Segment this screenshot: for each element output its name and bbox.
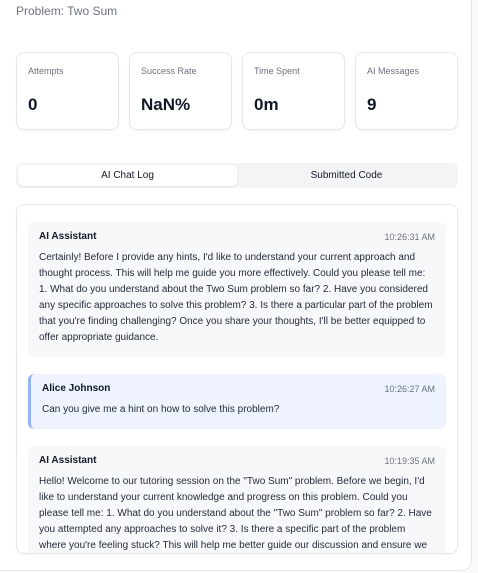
stat-label: Attempts (28, 66, 64, 76)
chat-log-panel[interactable]: AI Assistant 10:26:31 AM Certainly! Befo… (16, 204, 458, 554)
tab-submitted-code[interactable]: Submitted Code (237, 165, 456, 186)
tab-ai-chat-log[interactable]: AI Chat Log (18, 165, 237, 186)
message-sender: AI Assistant (39, 455, 97, 466)
message-text: Hello! Welcome to our tutoring session o… (39, 476, 432, 551)
stat-card-time-spent: Time Spent 0m (242, 52, 345, 130)
message-sender: AI Assistant (39, 231, 97, 242)
stat-value: 0m (254, 95, 279, 114)
chat-message-assistant: AI Assistant 10:19:35 AM Hello! Welcome … (28, 446, 446, 553)
problem-title: Problem: Two Sum (16, 4, 118, 18)
stat-label: Success Rate (141, 66, 197, 76)
chat-message-assistant: AI Assistant 10:26:31 AM Certainly! Befo… (28, 222, 446, 357)
stat-value: 9 (367, 95, 377, 114)
message-timestamp: 10:26:27 AM (384, 383, 435, 394)
stat-card-attempts: Attempts 0 (16, 52, 119, 130)
stat-label: Time Spent (254, 66, 300, 76)
message-text: Can you give me a hint on how to solve t… (42, 404, 280, 415)
message-header: AI Assistant 10:19:35 AM (39, 455, 435, 466)
stats-row: Attempts 0 Success Rate NaN% Time Spent … (16, 52, 458, 130)
stat-value: NaN% (141, 95, 191, 114)
message-timestamp: 10:19:35 AM (384, 455, 435, 466)
message-header: AI Assistant 10:26:31 AM (39, 231, 435, 242)
message-timestamp: 10:26:31 AM (384, 231, 435, 242)
chat-message-user: Alice Johnson 10:26:27 AM Can you give m… (28, 374, 446, 429)
stat-card-success-rate: Success Rate NaN% (129, 52, 232, 130)
stat-label: AI Messages (367, 66, 420, 76)
message-sender: Alice Johnson (42, 383, 111, 394)
message-text: Certainly! Before I provide any hints, I… (39, 252, 433, 343)
stat-value: 0 (28, 95, 38, 114)
stat-card-ai-messages: AI Messages 9 (355, 52, 458, 130)
message-header: Alice Johnson 10:26:27 AM (42, 383, 435, 394)
chat-message-list: AI Assistant 10:26:31 AM Certainly! Befo… (28, 222, 446, 553)
tab-list: AI Chat Log Submitted Code (16, 163, 458, 188)
